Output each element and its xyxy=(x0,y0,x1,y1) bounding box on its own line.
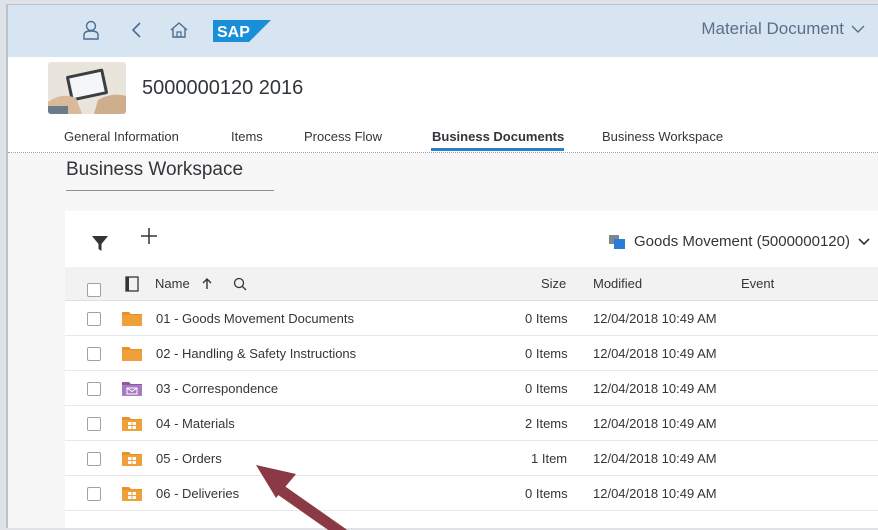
row-checkbox[interactable] xyxy=(87,382,101,396)
table-row[interactable]: 01 - Goods Movement Documents 0 Items 12… xyxy=(65,301,878,336)
workspace-panel: Goods Movement (5000000120) Name Size Mo… xyxy=(65,211,878,528)
row-name[interactable]: 02 - Handling & Safety Instructions xyxy=(156,346,356,361)
grid-folder-icon xyxy=(122,452,142,466)
sort-ascending-icon[interactable] xyxy=(202,278,212,290)
row-modified: 12/04/2018 10:49 AM xyxy=(593,311,717,326)
tab-general-information[interactable]: General Information xyxy=(64,129,179,144)
row-checkbox[interactable] xyxy=(87,347,101,361)
row-size: 0 Items xyxy=(525,346,568,361)
row-size: 1 Item xyxy=(531,451,568,466)
table-row[interactable]: 03 - Correspondence 0 Items 12/04/2018 1… xyxy=(65,371,878,406)
row-modified: 12/04/2018 10:49 AM xyxy=(593,486,717,501)
row-checkbox[interactable] xyxy=(87,487,101,501)
row-modified: 12/04/2018 10:49 AM xyxy=(593,346,717,361)
home-icon[interactable] xyxy=(168,19,190,41)
user-icon[interactable] xyxy=(80,19,102,41)
breadcrumb-label: Goods Movement (5000000120) xyxy=(634,233,850,250)
object-thumbnail xyxy=(48,62,126,114)
section-divider xyxy=(66,190,274,191)
row-size: 0 Items xyxy=(525,311,568,326)
folder-icon xyxy=(122,312,142,326)
object-header: 5000000120 2016 General Information Item… xyxy=(8,57,878,153)
chevron-down-icon xyxy=(858,237,870,245)
chevron-down-icon xyxy=(851,25,865,33)
mail-folder-icon xyxy=(122,382,142,396)
table-row[interactable]: 02 - Handling & Safety Instructions 0 It… xyxy=(65,336,878,371)
tab-business-documents[interactable]: Business Documents xyxy=(432,129,564,144)
row-name[interactable]: 01 - Goods Movement Documents xyxy=(156,311,354,326)
row-checkbox[interactable] xyxy=(87,452,101,466)
row-name[interactable]: 04 - Materials xyxy=(156,416,235,431)
active-tab-indicator xyxy=(431,148,564,151)
business-object-icon xyxy=(609,234,626,249)
row-modified: 12/04/2018 10:49 AM xyxy=(593,381,717,396)
table-row[interactable]: 05 - Orders 1 Item 12/04/2018 10:49 AM xyxy=(65,441,878,476)
sap-logo[interactable]: SAP xyxy=(213,20,271,42)
shell-bar: SAP Material Document xyxy=(8,5,878,57)
search-icon[interactable] xyxy=(233,277,247,291)
add-icon[interactable] xyxy=(140,225,158,251)
table-row[interactable]: 06 - Deliveries 0 Items 12/04/2018 10:49… xyxy=(65,476,878,511)
app-title: Material Document xyxy=(701,19,844,38)
tab-items[interactable]: Items xyxy=(231,129,263,144)
object-title: 5000000120 2016 xyxy=(142,77,304,99)
document-type-icon xyxy=(125,276,139,292)
row-checkbox[interactable] xyxy=(87,312,101,326)
tab-process-flow[interactable]: Process Flow xyxy=(304,129,382,144)
row-modified: 12/04/2018 10:49 AM xyxy=(593,416,717,431)
folder-icon xyxy=(122,347,142,361)
back-icon[interactable] xyxy=(126,19,148,41)
grid-folder-icon xyxy=(122,417,142,431)
filter-icon[interactable] xyxy=(90,233,110,253)
table-header: Name Size Modified Event xyxy=(65,267,878,301)
grid-folder-icon xyxy=(122,487,142,501)
row-name[interactable]: 03 - Correspondence xyxy=(156,381,278,396)
svg-text:SAP: SAP xyxy=(217,24,250,41)
row-checkbox[interactable] xyxy=(87,417,101,431)
row-size: 2 Items xyxy=(525,416,568,431)
row-name[interactable]: 06 - Deliveries xyxy=(156,486,239,501)
app-title-menu[interactable]: Material Document xyxy=(701,19,866,39)
workspace-breadcrumb[interactable]: Goods Movement (5000000120) xyxy=(608,233,870,250)
row-name[interactable]: 05 - Orders xyxy=(156,451,222,466)
row-size: 0 Items xyxy=(525,381,568,396)
column-modified[interactable]: Modified xyxy=(593,276,642,291)
tab-bar: General Information Items Process Flow B… xyxy=(8,129,878,153)
section-title: Business Workspace xyxy=(66,159,244,180)
row-modified: 12/04/2018 10:49 AM xyxy=(593,451,717,466)
column-event[interactable]: Event xyxy=(741,276,774,291)
row-size: 0 Items xyxy=(525,486,568,501)
column-name[interactable]: Name xyxy=(155,276,190,291)
table-row[interactable]: 04 - Materials 2 Items 12/04/2018 10:49 … xyxy=(65,406,878,441)
column-size[interactable]: Size xyxy=(541,276,566,291)
select-all-checkbox[interactable] xyxy=(87,283,101,297)
tab-business-workspace[interactable]: Business Workspace xyxy=(602,129,723,144)
app-window: SAP Material Document 5000000120 2016 Ge… xyxy=(6,4,878,528)
